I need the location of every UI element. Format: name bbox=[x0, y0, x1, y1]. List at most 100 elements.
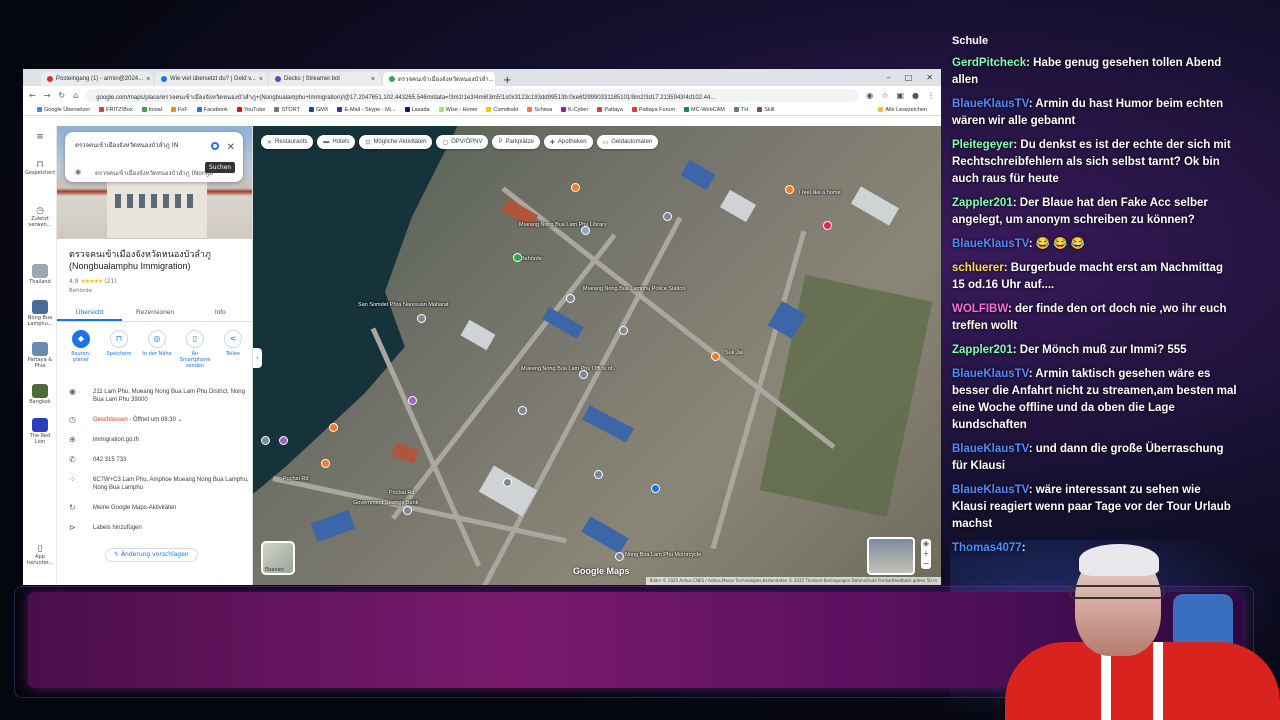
star-icon[interactable]: ☆ bbox=[881, 91, 888, 100]
browser-tab[interactable]: Wie viel übersetzt du? | Geld v... × bbox=[155, 72, 267, 86]
place-pin[interactable] bbox=[329, 423, 338, 432]
bookmark-item[interactable]: fonial bbox=[141, 107, 162, 113]
chat-username[interactable]: BlaueKlausTV bbox=[952, 443, 1029, 455]
chip-pharmacy[interactable]: ✚ Apotheken bbox=[543, 135, 593, 149]
bookmark-item[interactable]: YouTube bbox=[236, 107, 265, 113]
minimize-icon[interactable]: – bbox=[887, 73, 891, 82]
bookmark-item[interactable]: K-Cyber bbox=[561, 107, 588, 113]
rail-recent[interactable]: ◷ Zuletzt verwen... bbox=[25, 206, 55, 228]
browser-tab[interactable]: Decks | Streamer.bot × bbox=[269, 72, 381, 86]
chat-username[interactable]: BlaueKlausTV bbox=[952, 238, 1029, 250]
share-button[interactable]: < Teilen bbox=[217, 330, 249, 369]
place-pin[interactable] bbox=[261, 436, 270, 445]
map-label-library[interactable]: Mueang Nong Bua Lam Phu Library bbox=[519, 222, 607, 228]
rail-saved[interactable]: ⊓ Gespeichert bbox=[25, 160, 55, 176]
place-pin[interactable] bbox=[571, 183, 580, 192]
close-window-icon[interactable]: ✕ bbox=[926, 73, 933, 82]
place-pin[interactable] bbox=[615, 552, 624, 561]
zoom-in-button[interactable]: + bbox=[921, 549, 931, 559]
search-box[interactable]: ตรวจคนเข้าเมืองจังหวัดหนองบัวลำภู (N ✕ ◉… bbox=[65, 132, 243, 182]
chat-username[interactable]: Zappler201 bbox=[952, 344, 1013, 356]
bank-pin[interactable] bbox=[403, 506, 412, 515]
bookmark-item[interactable]: Lazada bbox=[404, 107, 430, 113]
chat-username[interactable]: WOLFIBW bbox=[952, 303, 1008, 315]
maps-activity-row[interactable]: ↻ Meine Google Maps-Aktivitäten bbox=[57, 504, 252, 524]
place-pin[interactable] bbox=[279, 436, 288, 445]
rail-app-download[interactable]: ▯ App herunter... bbox=[25, 544, 55, 566]
tab-info[interactable]: Info bbox=[188, 304, 252, 321]
map-label-monument[interactable]: San Somdet Phra Naresuan Maharat bbox=[358, 302, 449, 308]
bookmark-item[interactable]: E-Mail - Skype - Mi... bbox=[337, 107, 396, 113]
place-pin[interactable] bbox=[503, 478, 512, 487]
bookmark-item[interactable]: Pattaya bbox=[597, 107, 623, 113]
bookmark-item[interactable]: Facebook bbox=[196, 107, 228, 113]
chat-username[interactable]: BlaueKlausTV bbox=[952, 484, 1029, 496]
rail-recent-pattaya[interactable]: Pattaya & Phia bbox=[25, 342, 55, 369]
close-icon[interactable]: ✕ bbox=[227, 142, 235, 153]
close-tab-icon[interactable]: × bbox=[259, 76, 263, 83]
place-pin[interactable] bbox=[566, 294, 575, 303]
search-suggestion[interactable]: ตรวจคนเข้าเมืองจังหวัดหนองบัวลำภู (Nongb… bbox=[95, 168, 213, 178]
place-pin[interactable] bbox=[663, 212, 672, 221]
directions-button[interactable]: ◆ Routen-planer bbox=[65, 330, 97, 369]
chip-restaurants[interactable]: ✕ Restaurants bbox=[261, 135, 314, 149]
place-pin[interactable] bbox=[408, 396, 417, 405]
bookmark-item[interactable]: FRITZ!Box bbox=[99, 107, 133, 113]
place-pin[interactable] bbox=[321, 459, 330, 468]
close-tab-icon[interactable]: × bbox=[146, 76, 150, 83]
bookmark-item[interactable]: Comdirekt bbox=[486, 107, 518, 113]
chip-atm[interactable]: ▭ Geldautomaten bbox=[596, 135, 659, 149]
close-tab-icon[interactable]: × bbox=[371, 76, 375, 83]
satellite-map[interactable]: ✕ Restaurants ▬ Hotels ⊡ Mögliche Aktivität… bbox=[253, 126, 941, 585]
place-pin[interactable] bbox=[594, 470, 603, 479]
chat-username[interactable]: schluerer bbox=[952, 262, 1004, 274]
place-pin[interactable] bbox=[518, 406, 527, 415]
chip-transit[interactable]: ▢ ÖPV/ÖPNV bbox=[436, 135, 489, 149]
rating[interactable]: 4,9 ★★★★★ (21) bbox=[69, 278, 117, 285]
bookmark-item[interactable]: Pattaya Forum bbox=[631, 107, 675, 113]
map-label-bank[interactable]: Government Savings Bank bbox=[353, 500, 418, 506]
new-tab-button[interactable]: + bbox=[497, 75, 517, 86]
map-label-motorcycle[interactable]: Nong Bua Lam Phu Motorcycle bbox=[625, 552, 701, 558]
place-pin[interactable] bbox=[823, 221, 832, 230]
extension-icon[interactable]: ▣ bbox=[896, 91, 904, 100]
place-pin[interactable] bbox=[619, 326, 628, 335]
browser-tab-active[interactable]: ตรวจคนเข้าเมืองจังหวัดหนองบัวลำ...× bbox=[383, 72, 495, 86]
forward-icon[interactable]: → bbox=[44, 91, 51, 100]
library-pin[interactable] bbox=[581, 226, 590, 235]
map-label-police[interactable]: Mueang Nong Bua Lamphu Police Station bbox=[583, 286, 685, 292]
bookmark-item[interactable]: STORT bbox=[274, 107, 300, 113]
suggest-edit-button[interactable]: ✎ Änderung vorschlagen bbox=[105, 548, 198, 562]
rail-recent-thailand[interactable]: Thailand bbox=[25, 264, 55, 285]
bookmark-item[interactable]: Skill bbox=[757, 107, 774, 113]
search-input[interactable]: ตรวจคนเข้าเมืองจังหวัดหนองบัวลำภู (N bbox=[75, 140, 213, 150]
bookmark-item[interactable]: Alle Lesezeichen bbox=[878, 107, 927, 113]
labels-row[interactable]: ⊳ Labels hinzufügen bbox=[57, 524, 252, 544]
chip-activities[interactable]: ⊡ Mögliche Aktivitäten bbox=[359, 135, 433, 149]
rail-recent-nongbua[interactable]: Nong Bua Lamphu... bbox=[25, 300, 55, 327]
nearby-button[interactable]: ◎ In der Nähe bbox=[141, 330, 173, 369]
compass-icon[interactable]: ◈ bbox=[921, 539, 931, 549]
street-view-thumbnail[interactable] bbox=[867, 537, 915, 575]
plus-code-row[interactable]: ⁘ 6C7W+C3 Lam Phu, Amphoe Mueang Nong Bua… bbox=[57, 476, 252, 504]
collapse-panel-button[interactable]: ‹ bbox=[253, 348, 262, 368]
bookmark-item[interactable]: FoF bbox=[170, 107, 188, 113]
zoom-out-button[interactable]: − bbox=[921, 559, 931, 569]
tab-reviews[interactable]: Rezensionen bbox=[122, 304, 187, 321]
rail-recent-redlion[interactable]: The Red Lion bbox=[25, 418, 55, 445]
place-pin[interactable] bbox=[785, 185, 794, 194]
chip-hotels[interactable]: ▬ Hotels bbox=[317, 135, 356, 149]
map-label-office[interactable]: Mueang Nong Bua Lam Phu Office of... bbox=[521, 366, 617, 372]
bookmark-item[interactable]: TH bbox=[733, 107, 748, 113]
browser-tab[interactable]: Posteingang (1) - armin@2024... × bbox=[41, 72, 153, 86]
back-icon[interactable]: ← bbox=[29, 91, 36, 100]
url-field[interactable]: google.com/maps/place/ตรวจคนเข้าเมืองจัง… bbox=[86, 88, 859, 102]
address-row[interactable]: ◉ 211 Lam Phu, Mueang Nong Bua Lam Phu Di… bbox=[57, 388, 252, 416]
bookmark-item[interactable]: GMX bbox=[308, 107, 328, 113]
profile-icon[interactable]: ● bbox=[912, 91, 919, 100]
chat-username[interactable]: Pleitegeyer bbox=[952, 139, 1013, 151]
tab-overview[interactable]: Übersicht bbox=[57, 304, 123, 321]
phone-row[interactable]: ✆ 042 315 733 bbox=[57, 456, 252, 476]
maps-menu-button[interactable]: ≡ bbox=[25, 132, 55, 142]
bookmark-item[interactable]: Schiwa bbox=[527, 107, 552, 113]
